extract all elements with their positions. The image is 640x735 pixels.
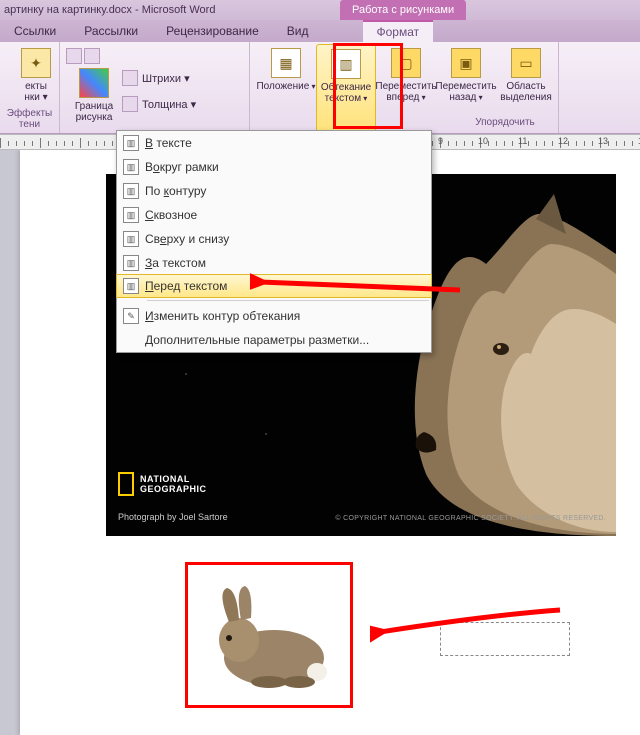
- text-wrap-menu: ▥В тексте ▥Вокруг рамки ▥По контуру ▥Скв…: [116, 130, 432, 353]
- effects-icon: ✦: [21, 48, 51, 78]
- annotation-arrow-menu: [250, 270, 470, 300]
- tab-review[interactable]: Рецензирование: [152, 20, 273, 42]
- wrap-tight[interactable]: ▥По контуру: [117, 179, 431, 203]
- position-button[interactable]: ▦ Положение: [256, 44, 316, 133]
- rabbit-illustration: [199, 580, 339, 690]
- edit-points-icon: ✎: [123, 308, 139, 324]
- wrap-more-options[interactable]: Дополнительные параметры разметки...: [117, 328, 431, 352]
- behind-icon: ▥: [123, 255, 139, 271]
- wrap-edit-points[interactable]: ✎Изменить контур обтекания: [117, 304, 431, 328]
- selection-icon: ▭: [511, 48, 541, 78]
- tight-icon: ▥: [123, 183, 139, 199]
- weight-button[interactable]: Толщина ▾: [122, 96, 196, 112]
- through-icon: ▥: [123, 207, 139, 223]
- tab-view[interactable]: Вид: [273, 20, 323, 42]
- topbottom-icon: ▥: [123, 231, 139, 247]
- forward-icon: ▢: [391, 48, 421, 78]
- inline-icon: ▥: [123, 135, 139, 151]
- bring-forward-button[interactable]: ▢ Переместить вперед: [376, 44, 436, 133]
- natgeo-frame-icon: [118, 472, 134, 496]
- tab-format[interactable]: Формат: [363, 20, 434, 42]
- square-icon: ▥: [123, 159, 139, 175]
- tab-mailings[interactable]: Рассылки: [70, 20, 152, 42]
- border-icon: [79, 68, 109, 98]
- group-label-arrange: Упорядочить: [430, 115, 580, 131]
- wrap-through[interactable]: ▥Сквозное: [117, 203, 431, 227]
- photo-credit: Photograph by Joel Sartore: [118, 512, 228, 522]
- ribbon: ✦ екты нки ▾ Эффекты тени Граница рисунк…: [0, 42, 640, 134]
- dashes-icon: [122, 70, 138, 86]
- annotation-arrow-rabbit: [370, 600, 570, 650]
- copyright-text: © COPYRIGHT NATIONAL GEOGRAPHIC SOCIETY.…: [335, 515, 606, 522]
- dashes-button[interactable]: Штрихи ▾: [122, 70, 196, 86]
- text-wrap-button[interactable]: ▥ Обтекание текстом: [316, 44, 376, 133]
- shadow-icon-1[interactable]: [66, 48, 82, 64]
- ribbon-tabs: Ссылки Рассылки Рецензирование Вид Форма…: [0, 20, 640, 42]
- front-icon: ▥: [123, 278, 139, 294]
- title-bar: артинку на картинку.docx - Microsoft Wor…: [0, 0, 640, 20]
- shadow-icon-2[interactable]: [84, 48, 100, 64]
- wrap-square[interactable]: ▥Вокруг рамки: [117, 155, 431, 179]
- backward-icon: ▣: [451, 48, 481, 78]
- window-title: артинку на картинку.docx - Microsoft Wor…: [4, 4, 215, 16]
- rabbit-image-selected[interactable]: [185, 562, 353, 708]
- tab-links[interactable]: Ссылки: [0, 20, 70, 42]
- weight-icon: [122, 96, 138, 112]
- wrap-topbottom[interactable]: ▥Сверху и снизу: [117, 227, 431, 251]
- natgeo-logo: NATIONALGEOGRAPHIC: [118, 472, 207, 496]
- wrap-inline[interactable]: ▥В тексте: [117, 131, 431, 155]
- wrap-icon: ▥: [331, 49, 361, 79]
- contextual-tab-label: Работа с рисунками: [340, 0, 466, 20]
- menu-separator: [147, 300, 429, 301]
- picture-effects-button[interactable]: ✦ екты нки ▾: [6, 44, 66, 103]
- picture-border-button[interactable]: Граница рисунка: [66, 64, 122, 123]
- position-icon: ▦: [271, 48, 301, 78]
- group-label-effects: Эффекты тени: [6, 106, 53, 133]
